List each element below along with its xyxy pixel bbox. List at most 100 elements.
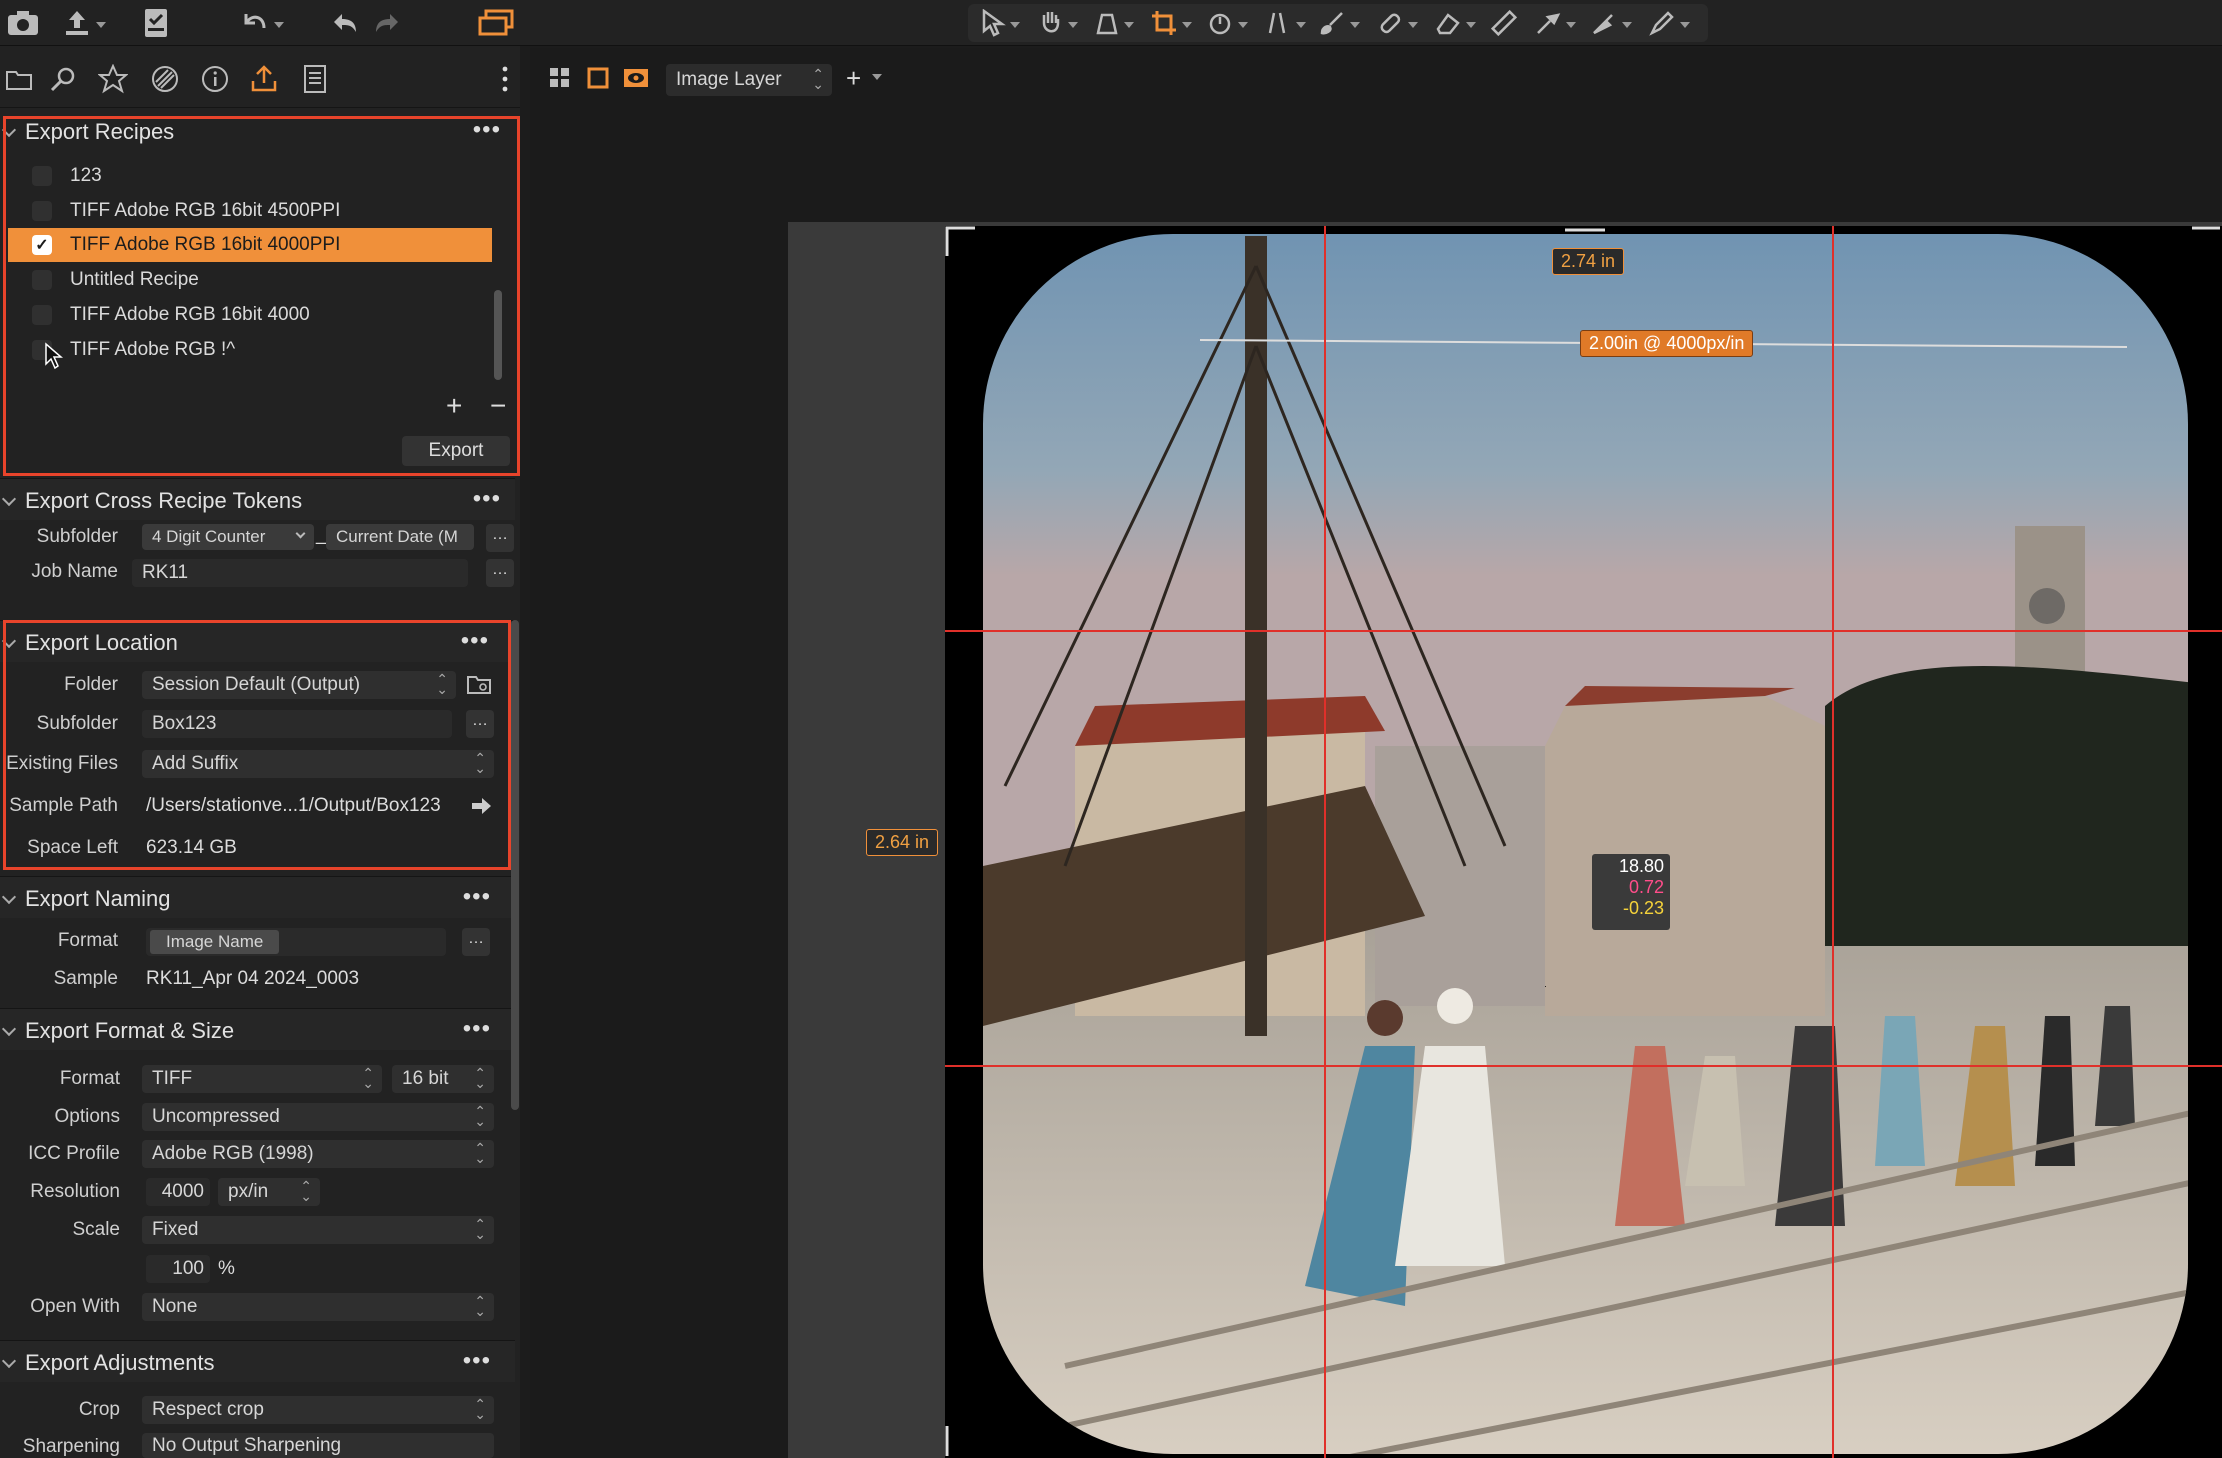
readout-b: -0.23 <box>1622 898 1664 918</box>
chevron-down-icon <box>295 528 306 539</box>
folder-tab-icon[interactable] <box>0 60 38 98</box>
select-value: Adobe RGB (1998) <box>152 1143 314 1164</box>
scale-label: Scale <box>72 1219 120 1240</box>
export-adjustments-header[interactable]: Export Adjustments ••• <box>0 1340 515 1382</box>
panel-scrollbar[interactable] <box>511 620 519 1110</box>
photo-image <box>945 226 2222 1458</box>
jobname-tokens-button[interactable]: … <box>486 559 514 587</box>
readout-l: 18.80 <box>1618 856 1664 876</box>
select-value: Fixed <box>152 1219 199 1240</box>
collapse-chevron-icon[interactable] <box>1 1353 17 1369</box>
resolution-unit-select[interactable]: px/in ⌃ ⌄ <box>218 1178 320 1206</box>
open-with-select[interactable]: None ⌃ ⌄ <box>142 1293 494 1321</box>
counter-token[interactable]: 4 Digit Counter <box>142 524 314 550</box>
pan-hand-icon[interactable] <box>1038 6 1078 40</box>
updown-icon: ⌃ ⌄ <box>474 1140 486 1166</box>
section-title: Export Naming <box>25 886 171 911</box>
viewpoint-icon[interactable] <box>1094 6 1134 40</box>
options-select[interactable]: Uncompressed ⌃ ⌄ <box>142 1103 494 1131</box>
tool-tabs-bar <box>0 48 520 108</box>
collapse-chevron-icon[interactable] <box>1 491 17 507</box>
keystone-icon[interactable] <box>1264 6 1306 40</box>
naming-format-input[interactable]: Image Name <box>146 928 446 956</box>
more-dots-icon[interactable]: ••• <box>473 485 501 513</box>
section-title: Export Format & Size <box>25 1018 235 1043</box>
more-dots-icon[interactable]: ••• <box>463 1015 491 1043</box>
eraser-icon[interactable] <box>1434 6 1476 40</box>
select-value: No Output Sharpening <box>152 1434 342 1456</box>
color-picker-icon[interactable] <box>1534 6 1576 40</box>
browser-stack-icon[interactable] <box>476 6 516 40</box>
upload-icon[interactable] <box>62 6 106 40</box>
clipboard-check-icon[interactable] <box>142 6 170 40</box>
single-view-icon[interactable] <box>586 66 610 90</box>
jobname-label: Job Name <box>31 561 118 582</box>
rotate-icon[interactable] <box>1206 6 1248 40</box>
options-label: Options <box>54 1106 120 1127</box>
format-label: Format <box>57 930 118 951</box>
select-cursor-icon[interactable] <box>980 6 1020 40</box>
info-tab-icon[interactable] <box>196 60 234 98</box>
image-name-token[interactable]: Image Name <box>150 930 280 954</box>
batch-tab-icon[interactable] <box>296 60 334 98</box>
select-value: Image Layer <box>676 69 782 90</box>
scale-percent-input[interactable]: 100 <box>146 1255 210 1283</box>
crop-icon[interactable] <box>1150 6 1192 40</box>
redo-icon[interactable] <box>372 6 402 40</box>
token-label: Current Date (M <box>336 527 458 546</box>
section-title: Export Cross Recipe Tokens <box>25 488 303 513</box>
date-token[interactable]: Current Date (M <box>326 524 474 550</box>
updown-icon: ⌃ ⌄ <box>474 1396 486 1422</box>
color-readout: 18.80 0.72 -0.23 <box>1592 854 1670 930</box>
camera-icon[interactable] <box>6 6 42 40</box>
scale-select[interactable]: Fixed ⌃ ⌄ <box>142 1216 494 1244</box>
updown-icon: ⌃ ⌄ <box>474 1065 486 1091</box>
more-dots-icon[interactable]: ••• <box>463 883 491 911</box>
subfolder-tokens-button[interactable]: … <box>486 524 514 552</box>
naming-tokens-button[interactable]: … <box>462 928 490 956</box>
token-separator: _ <box>316 524 327 545</box>
star-tab-icon[interactable] <box>94 60 132 98</box>
sharpening-label: Sharpening <box>22 1436 120 1457</box>
annotate-pen-icon[interactable] <box>1648 6 1690 40</box>
grid-view-icon[interactable] <box>548 66 572 90</box>
resolution-input[interactable]: 4000 <box>146 1178 210 1206</box>
crop-select[interactable]: Respect crop ⌃ ⌄ <box>142 1396 494 1424</box>
layer-select[interactable]: Image Layer ⌃ ⌄ <box>666 64 832 96</box>
sample-label: Sample <box>53 968 118 989</box>
export-tab-icon[interactable] <box>245 60 283 98</box>
gradient-picker-icon[interactable] <box>1590 6 1632 40</box>
file-format-select[interactable]: TIFF ⌃ ⌄ <box>142 1065 382 1093</box>
export-format-size-header[interactable]: Export Format & Size ••• <box>0 1008 515 1050</box>
undo-step-icon[interactable] <box>330 6 360 40</box>
jobname-input[interactable]: RK11 <box>132 559 468 587</box>
updown-icon: ⌃ ⌄ <box>474 1216 486 1242</box>
icc-profile-select[interactable]: Adobe RGB (1998) ⌃ ⌄ <box>142 1140 494 1168</box>
collapse-chevron-icon[interactable] <box>1 889 17 905</box>
tabs-more-icon[interactable] <box>490 60 520 98</box>
readout-a: 0.72 <box>1628 877 1664 897</box>
chevron-down-icon[interactable] <box>872 74 882 80</box>
export-naming-header[interactable]: Export Naming ••• <box>0 876 515 918</box>
collapse-chevron-icon[interactable] <box>1 1021 17 1037</box>
cross-tokens-header[interactable]: Export Cross Recipe Tokens ••• <box>0 478 515 520</box>
sample-name-value: RK11_Apr 04 2024_0003 <box>146 968 360 989</box>
capture-tab-icon[interactable] <box>44 60 82 98</box>
color-tab-icon[interactable] <box>146 60 184 98</box>
sharpening-select[interactable]: No Output Sharpening <box>142 1433 494 1458</box>
icc-profile-label: ICC Profile <box>28 1143 120 1164</box>
heal-icon[interactable] <box>1376 6 1418 40</box>
token-label: 4 Digit Counter <box>152 527 266 546</box>
subfolder-label: Subfolder <box>36 526 118 547</box>
undo-icon[interactable] <box>240 6 284 40</box>
more-dots-icon[interactable]: ••• <box>463 1347 491 1375</box>
updown-icon: ⌃ ⌄ <box>812 66 824 92</box>
add-layer-icon[interactable]: + <box>846 65 861 91</box>
proof-eye-icon[interactable] <box>622 66 650 90</box>
ruler-icon[interactable] <box>1490 6 1518 40</box>
crop-label: Crop <box>78 1399 120 1420</box>
brush-icon[interactable] <box>1318 6 1360 40</box>
top-toolbar <box>0 0 2222 46</box>
select-value: Uncompressed <box>152 1106 280 1127</box>
bit-depth-select[interactable]: 16 bit ⌃ ⌄ <box>392 1065 494 1093</box>
